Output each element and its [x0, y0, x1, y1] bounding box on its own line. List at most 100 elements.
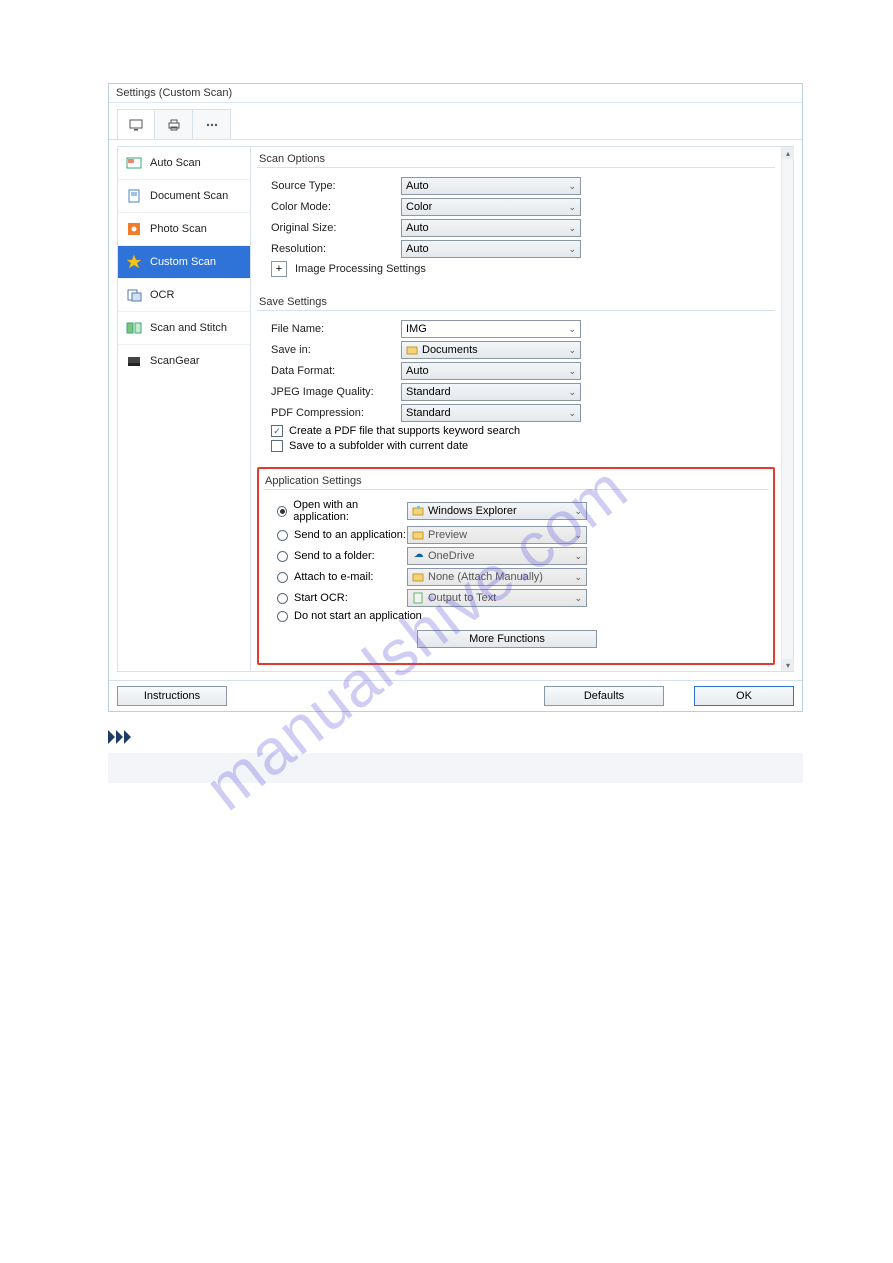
radio-label: Send to a folder:	[294, 550, 375, 562]
checkbox-subfolder[interactable]: Save to a subfolder with current date	[261, 440, 771, 452]
label-color-mode: Color Mode:	[261, 201, 401, 213]
scrollbar[interactable]: ▴ ▾	[781, 147, 793, 671]
checkbox-icon: ✓	[271, 425, 283, 437]
save-settings-group: Save Settings File Name: IMG⌄ Save in: D…	[257, 292, 775, 461]
label-source-type: Source Type:	[261, 180, 401, 192]
checkbox-icon	[271, 440, 283, 452]
sidebar-item-ocr[interactable]: OCR	[118, 279, 250, 312]
document-scan-icon	[126, 188, 142, 204]
send-app-select[interactable]: Preview⌄	[407, 526, 587, 544]
chevron-down-icon: ⌄	[574, 506, 582, 517]
save-in-select[interactable]: Documents⌄	[401, 341, 581, 359]
sidebar-item-scan-stitch[interactable]: Scan and Stitch	[118, 312, 250, 345]
data-format-select[interactable]: Auto⌄	[401, 362, 581, 380]
folder-icon	[412, 529, 424, 541]
label-resolution: Resolution:	[261, 243, 401, 255]
scroll-up[interactable]: ▴	[782, 147, 794, 159]
radio-icon	[277, 530, 288, 541]
ok-button[interactable]: OK	[694, 686, 794, 706]
folder-icon	[406, 344, 418, 356]
sidebar-item-custom-scan[interactable]: Custom Scan	[118, 246, 250, 279]
source-type-select[interactable]: Auto⌄	[401, 177, 581, 195]
chevron-down-icon: ⌄	[568, 202, 576, 213]
radio-icon	[277, 506, 287, 517]
chevron-down-icon: ⌄	[568, 408, 576, 419]
chevron-down-icon: ⌄	[568, 244, 576, 255]
group-title: Scan Options	[257, 149, 775, 167]
radio-icon	[277, 572, 288, 583]
photo-scan-icon	[126, 221, 142, 237]
auto-scan-icon	[126, 155, 142, 171]
folder-icon	[412, 571, 424, 583]
radio-label: Send to an application:	[294, 529, 406, 541]
text-file-icon	[412, 592, 424, 604]
chevron-down-icon: ⌄	[574, 593, 582, 604]
chevron-down-icon: ⌄	[568, 387, 576, 398]
scan-options-group: Scan Options Source Type: Auto⌄ Color Mo…	[257, 149, 775, 286]
checkbox-label: Save to a subfolder with current date	[289, 440, 468, 452]
label-pdf-compression: PDF Compression:	[261, 407, 401, 419]
instructions-button[interactable]: Instructions	[117, 686, 227, 706]
radio-open-with[interactable]: Open with an application:	[267, 499, 407, 523]
onedrive-icon	[412, 550, 424, 562]
attach-mail-select[interactable]: None (Attach Manually)⌄	[407, 568, 587, 586]
radio-send-app[interactable]: Send to an application:	[267, 529, 407, 541]
expand-image-processing[interactable]: +	[271, 261, 287, 277]
dialog-footer: Instructions Defaults OK	[109, 680, 802, 711]
send-folder-select[interactable]: OneDrive⌄	[407, 547, 587, 565]
radio-attach-mail[interactable]: Attach to e-mail:	[267, 571, 407, 583]
pdf-compression-select[interactable]: Standard⌄	[401, 404, 581, 422]
original-size-select[interactable]: Auto⌄	[401, 219, 581, 237]
radio-send-folder[interactable]: Send to a folder:	[267, 550, 407, 562]
tab-scan-from-computer[interactable]	[117, 109, 155, 139]
start-ocr-select[interactable]: Output to Text⌄	[407, 589, 587, 607]
settings-panel: ▴ ▾ Scan Options Source Type: Auto⌄ Colo…	[251, 146, 794, 672]
scan-stitch-icon	[126, 320, 142, 336]
sidebar-item-auto-scan[interactable]: Auto Scan	[118, 147, 250, 180]
sidebar-item-photo-scan[interactable]: Photo Scan	[118, 213, 250, 246]
application-settings-highlight: Application Settings Open with an applic…	[257, 467, 775, 665]
radio-label: Attach to e-mail:	[294, 571, 373, 583]
radio-icon	[277, 551, 288, 562]
checkbox-pdf-keyword[interactable]: ✓ Create a PDF file that supports keywor…	[261, 425, 771, 437]
group-title: Save Settings	[257, 292, 775, 310]
chevron-down-icon: ⌄	[568, 181, 576, 192]
custom-scan-icon	[126, 254, 142, 270]
open-with-select[interactable]: Windows Explorer⌄	[407, 502, 587, 520]
sidebar-item-label: Document Scan	[150, 190, 228, 202]
scroll-down[interactable]: ▾	[782, 659, 794, 671]
checkbox-label: Create a PDF file that supports keyword …	[289, 425, 520, 437]
chevron-down-icon: ⌄	[574, 530, 582, 541]
dots-icon	[204, 117, 220, 133]
sidebar-item-document-scan[interactable]: Document Scan	[118, 180, 250, 213]
chevron-down-icon: ⌄	[574, 572, 582, 583]
radio-start-ocr[interactable]: Start OCR:	[267, 592, 407, 604]
chevron-down-icon: ⌄	[568, 223, 576, 234]
resolution-select[interactable]: Auto⌄	[401, 240, 581, 258]
chevron-down-icon: ⌄	[568, 366, 576, 377]
scan-type-sidebar: Auto Scan Document Scan Photo Scan Custo…	[117, 146, 251, 672]
tab-scan-from-printer[interactable]	[155, 109, 193, 139]
jpeg-quality-select[interactable]: Standard⌄	[401, 383, 581, 401]
sidebar-item-label: ScanGear	[150, 355, 200, 367]
sidebar-item-label: Custom Scan	[150, 256, 216, 268]
top-tabs	[109, 103, 802, 140]
radio-no-start[interactable]: Do not start an application	[267, 610, 422, 622]
file-name-input[interactable]: IMG⌄	[401, 320, 581, 338]
label-data-format: Data Format:	[261, 365, 401, 377]
radio-icon	[277, 593, 288, 604]
label-file-name: File Name:	[261, 323, 401, 335]
group-title: Application Settings	[259, 471, 773, 489]
label-original-size: Original Size:	[261, 222, 401, 234]
defaults-button[interactable]: Defaults	[544, 686, 664, 706]
more-functions-button[interactable]: More Functions	[417, 630, 597, 648]
ocr-icon	[126, 287, 142, 303]
radio-label: Start OCR:	[294, 592, 348, 604]
sidebar-item-scangear[interactable]: ScanGear	[118, 345, 250, 377]
note-arrows-icon	[108, 730, 803, 749]
explorer-icon	[412, 505, 424, 517]
color-mode-select[interactable]: Color⌄	[401, 198, 581, 216]
tab-more[interactable]	[193, 109, 231, 139]
label-jpeg-quality: JPEG Image Quality:	[261, 386, 401, 398]
note-box	[108, 753, 803, 783]
